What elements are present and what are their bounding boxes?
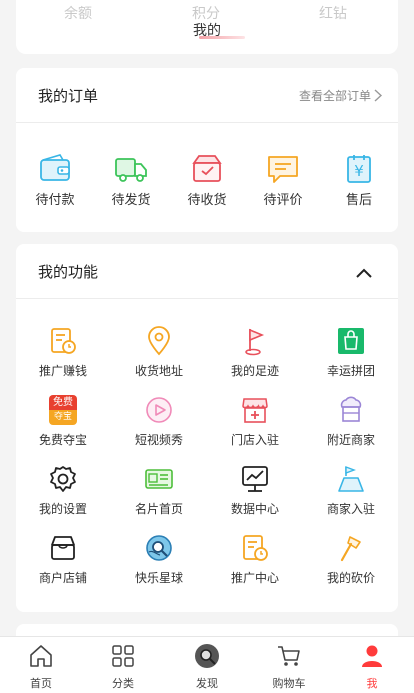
func-label: 快乐星球 (134, 571, 183, 585)
store-icon (240, 395, 270, 425)
func-footprints[interactable]: 我的足迹 (210, 326, 300, 379)
func-business-card[interactable]: 名片首页 (114, 464, 204, 517)
tab-label: 发现 (196, 677, 218, 690)
balance-stat[interactable]: 余额 (64, 3, 92, 23)
order-item-label: 待发货 (111, 193, 151, 208)
func-promote-earn[interactable]: 推广赚钱 (18, 326, 108, 379)
flag-icon (240, 326, 270, 356)
func-label: 商户店铺 (38, 571, 87, 585)
func-label: 名片首页 (134, 502, 183, 516)
view-all-orders-link[interactable]: 查看全部订单 (299, 87, 382, 104)
account-summary-card: 余额 积分 红钻 我的 (16, 0, 398, 54)
refund-icon: ¥ (342, 154, 376, 184)
comment-icon (266, 154, 300, 184)
tab-label: 购物车 (272, 677, 306, 690)
tab-label: 我 (366, 677, 378, 690)
bottom-tabbar: 首页 分类 发现 购物车 我 (0, 636, 414, 693)
home-icon (28, 643, 54, 669)
func-lucky-group[interactable]: 幸运拼团 (306, 326, 396, 379)
wallet-icon (38, 154, 72, 184)
func-label: 幸运拼团 (326, 364, 375, 378)
func-label: 数据中心 (230, 502, 279, 516)
axe-icon (336, 533, 366, 563)
location-icon (144, 326, 174, 356)
merchant-icon (336, 464, 366, 494)
order-pending-receipt[interactable]: 待收货 (172, 154, 242, 208)
func-address[interactable]: 收货地址 (114, 326, 204, 379)
func-settings[interactable]: 我的设置 (18, 464, 108, 517)
orders-header: 我的订单 查看全部订单 (16, 68, 398, 123)
func-promote-center[interactable]: 推广中心 (210, 533, 300, 586)
cart-icon (276, 643, 302, 669)
svg-text:¥: ¥ (354, 162, 364, 180)
func-happy-planet[interactable]: 快乐星球 (114, 533, 204, 586)
func-label: 短视频秀 (134, 433, 183, 447)
func-short-video[interactable]: 短视频秀 (114, 395, 204, 448)
shop-icon (48, 533, 78, 563)
orders-title: 我的订单 (38, 87, 99, 105)
order-pending-payment[interactable]: 待付款 (20, 154, 90, 208)
order-item-label: 待评价 (263, 193, 303, 208)
tab-cart[interactable]: 购物车 (259, 643, 319, 691)
mine-underline (199, 36, 245, 39)
my-functions-card: 我的功能 推广赚钱 收货地址 我的足迹 幸运拼团 免费 夺宝 免费夺宝 短视频秀… (16, 244, 398, 612)
red-diamond-stat[interactable]: 红钻 (319, 3, 347, 23)
func-merchant-join[interactable]: 商家入驻 (306, 464, 396, 517)
func-merchant-store[interactable]: 商户店铺 (18, 533, 108, 586)
tab-me[interactable]: 我 (342, 643, 402, 691)
func-label: 免费夺宝 (38, 433, 87, 447)
category-icon (110, 643, 136, 669)
group-buy-icon (336, 326, 366, 356)
free-badge-top: 免费 (49, 395, 77, 410)
func-label: 附近商家 (326, 433, 375, 447)
free-treasure-icon: 免费 夺宝 (49, 395, 77, 425)
order-pending-shipment[interactable]: 待发货 (96, 154, 166, 208)
func-label: 收货地址 (134, 364, 183, 378)
tab-home[interactable]: 首页 (11, 643, 71, 691)
order-item-label: 待付款 (35, 193, 75, 208)
order-item-label: 售后 (345, 193, 372, 208)
promote-center-icon (240, 533, 270, 563)
func-label: 我的设置 (38, 502, 87, 516)
func-label: 门店入驻 (230, 433, 279, 447)
my-orders-card: 我的订单 查看全部订单 待付款 待发货 待收货 待评价 ¥ 售后 (16, 68, 398, 232)
planet-icon (144, 533, 174, 563)
tab-category[interactable]: 分类 (93, 643, 153, 691)
func-label: 商家入驻 (326, 502, 375, 516)
func-data-center[interactable]: 数据中心 (210, 464, 300, 517)
view-all-orders-label: 查看全部订单 (298, 89, 371, 103)
func-label: 我的足迹 (230, 364, 279, 378)
func-label: 推广赚钱 (38, 364, 87, 378)
func-my-bargain[interactable]: 我的砍价 (306, 533, 396, 586)
chevron-right-icon (374, 89, 382, 102)
truck-icon (114, 154, 148, 184)
tab-discover[interactable]: 发现 (177, 643, 237, 691)
func-label: 推广中心 (230, 571, 279, 585)
order-pending-review[interactable]: 待评价 (248, 154, 318, 208)
video-icon (144, 395, 174, 425)
order-after-sales[interactable]: ¥ 售后 (324, 154, 394, 208)
promote-icon (48, 326, 78, 356)
free-badge-bottom: 夺宝 (49, 410, 77, 425)
box-icon (190, 154, 224, 184)
gear-icon (48, 464, 78, 494)
nearby-shop-icon (336, 395, 366, 425)
tab-label: 分类 (112, 677, 134, 690)
user-icon (359, 643, 385, 669)
business-card-icon (144, 464, 174, 494)
func-free-treasure[interactable]: 免费 夺宝 免费夺宝 (18, 395, 108, 448)
discover-icon (194, 643, 220, 669)
chevron-up-icon[interactable] (356, 268, 372, 278)
functions-header: 我的功能 (16, 244, 398, 299)
functions-title: 我的功能 (38, 263, 99, 281)
data-icon (240, 464, 270, 494)
tab-label: 首页 (30, 677, 52, 690)
func-nearby-shops[interactable]: 附近商家 (306, 395, 396, 448)
order-item-label: 待收货 (187, 193, 227, 208)
func-label: 我的砍价 (326, 571, 375, 585)
func-store-join[interactable]: 门店入驻 (210, 395, 300, 448)
